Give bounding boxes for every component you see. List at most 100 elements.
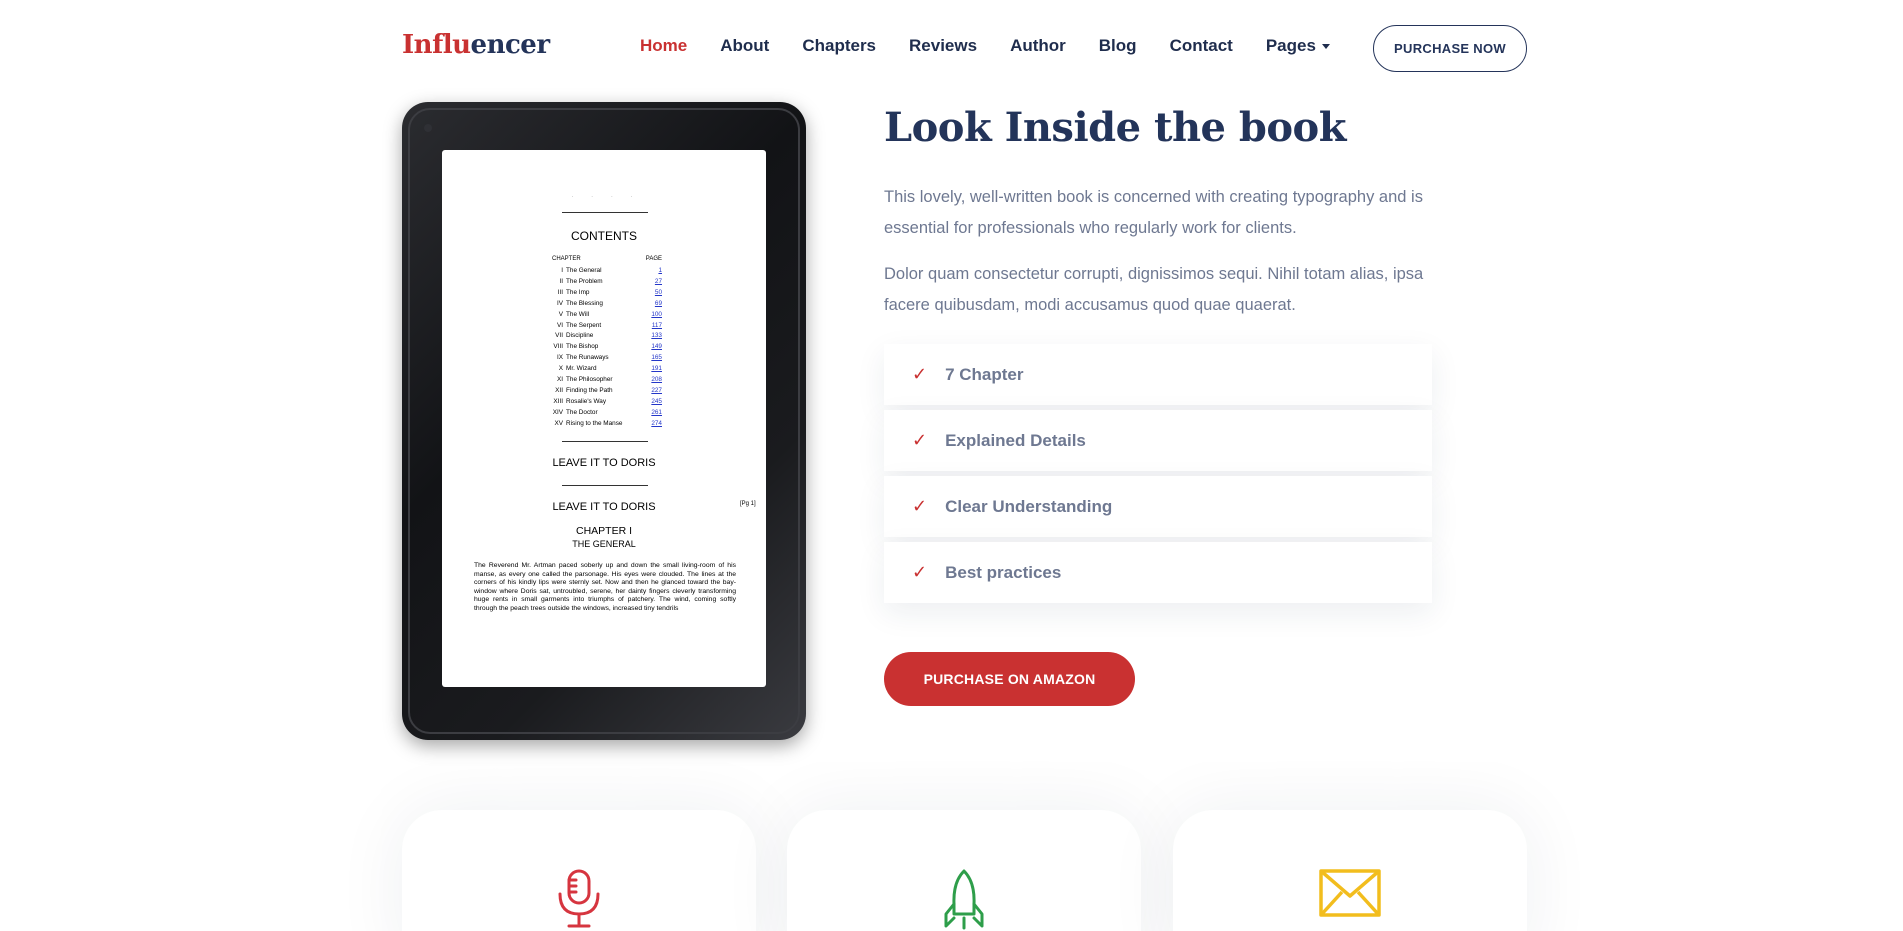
toc-page-link[interactable]: 165 <box>651 353 662 364</box>
toc-num: III <box>557 288 563 296</box>
toc-row: VIII The Bishop 149 <box>552 342 662 353</box>
envelope-icon <box>1319 869 1381 917</box>
intro-paragraph: This lovely, well-written book is concer… <box>884 188 1423 237</box>
toc-page-link[interactable]: 245 <box>651 397 662 408</box>
toc-num: XIII <box>553 397 563 405</box>
toc-title: Rising to the Manse <box>566 419 623 427</box>
toc-row: VII Discipline 133 <box>552 331 662 342</box>
chapter-title: THE GENERAL <box>572 539 636 549</box>
toc-num: VIII <box>553 343 563 351</box>
toc-page-link[interactable]: 100 <box>651 310 662 321</box>
toc-page-link[interactable]: 1 <box>658 266 662 277</box>
feature-label: Clear Understanding <box>945 496 1113 516</box>
toc-row: V The Will 100 <box>552 310 662 321</box>
toc-row: XI The Philosopher 208 <box>552 375 662 386</box>
brand-logo[interactable]: Influencer <box>402 30 550 60</box>
toc-page-link[interactable]: 274 <box>651 419 662 430</box>
toc-page-link[interactable]: 227 <box>651 386 662 397</box>
nav-item-contact[interactable]: Contact <box>1170 36 1233 56</box>
feature-card <box>402 810 756 931</box>
nav-item-pages-label: Pages <box>1265 36 1316 55</box>
feature-item: ✓ Best practices <box>884 542 1432 603</box>
feature-list: ✓ 7 Chapter ✓ Explained Details ✓ Clear … <box>884 344 1432 608</box>
brand-logo-part1: Influ <box>402 30 471 60</box>
toc-row: VI The Serpent 117 <box>552 321 662 332</box>
toc-page-link[interactable]: 50 <box>655 288 662 299</box>
toc-num: IX <box>556 354 563 362</box>
toc-page-link[interactable]: 149 <box>651 342 662 353</box>
rocket-icon <box>944 869 984 930</box>
table-of-contents: I The General 1 II The Problem 27 III The Imp… <box>552 266 662 430</box>
tablet-mockup: · · · · CONTENTS CHAPTER PAGE I The Gener… <box>402 102 806 740</box>
feature-label: 7 Chapter <box>945 364 1024 384</box>
toc-page-link[interactable]: 133 <box>651 331 662 342</box>
feature-item: ✓ Explained Details <box>884 410 1432 471</box>
book-heading-1: LEAVE IT TO DORIS <box>552 457 656 469</box>
toc-row: IX The Runaways 165 <box>552 353 662 364</box>
nav-item-blog[interactable]: Blog <box>1099 36 1137 56</box>
check-icon: ✓ <box>912 562 928 583</box>
toc-title: The Bishop <box>566 343 599 351</box>
toc-title: Finding the Path <box>566 386 613 394</box>
toc-row: XII Finding the Path 227 <box>552 386 662 397</box>
purchase-now-button[interactable]: PURCHASE NOW <box>1373 25 1527 72</box>
toc-title: The Serpent <box>566 321 602 329</box>
microphone-icon <box>558 869 600 928</box>
nav-item-pages-dropdown[interactable]: Pages <box>1266 36 1330 56</box>
toc-num: XV <box>554 419 563 427</box>
feature-item: ✓ 7 Chapter <box>884 344 1432 405</box>
nav-item-author[interactable]: Author <box>1010 36 1066 56</box>
screen-divider <box>562 485 648 486</box>
nav-item-home[interactable]: Home <box>640 36 687 56</box>
toc-title: The General <box>566 267 602 274</box>
toc-page-link[interactable]: 69 <box>655 299 662 310</box>
site-header: Influencer Home About Chapters Reviews A… <box>0 0 1903 96</box>
toc-header: CHAPTER PAGE <box>552 256 662 262</box>
feature-card <box>1173 810 1527 931</box>
screen-dots: · · · · <box>571 194 641 200</box>
toc-row: IV The Blessing 69 <box>552 299 662 310</box>
nav-item-reviews[interactable]: Reviews <box>909 36 977 56</box>
toc-row: XV Rising to the Manse 274 <box>552 419 662 430</box>
camera-icon <box>424 124 432 132</box>
toc-num: XI <box>556 376 563 384</box>
toc-title: The Problem <box>566 277 603 285</box>
toc-title: Mr. Wizard <box>566 365 597 373</box>
toc-page-link[interactable]: 191 <box>651 364 662 375</box>
toc-title: The Doctor <box>566 408 598 416</box>
main-nav: Home About Chapters Reviews Author Blog … <box>640 36 1363 56</box>
toc-page-link[interactable]: 208 <box>651 375 662 386</box>
purchase-on-amazon-button[interactable]: PURCHASE ON AMAZON <box>884 652 1135 706</box>
chapter-body-text: The Reverend Mr. Artman paced soberly up… <box>474 562 736 612</box>
toc-page-link[interactable]: 27 <box>655 277 662 288</box>
check-icon: ✓ <box>912 430 928 451</box>
toc-num: XII <box>555 386 563 394</box>
check-icon: ✓ <box>912 364 928 385</box>
toc-page-link[interactable]: 117 <box>652 321 662 332</box>
toc-row: X Mr. Wizard 191 <box>552 364 662 375</box>
secondary-paragraph: Dolor quam consectetur corrupti, digniss… <box>884 265 1424 314</box>
nav-item-about[interactable]: About <box>720 36 769 56</box>
toc-title: The Blessing <box>566 299 603 307</box>
toc-num: XIV <box>552 408 563 416</box>
page-marker: [Pg 1] <box>740 501 756 507</box>
chapter-number: CHAPTER I <box>575 525 632 537</box>
feature-label: Best practices <box>945 562 1062 582</box>
check-icon: ✓ <box>912 496 928 517</box>
toc-num: V <box>558 310 563 318</box>
toc-page-link[interactable]: 261 <box>651 408 662 419</box>
toc-num: II <box>559 277 563 285</box>
toc-row: I The General 1 <box>552 266 662 277</box>
toc-title: The Philosopher <box>566 376 613 384</box>
screen-divider <box>562 441 648 442</box>
brand-logo-part2: encer <box>470 30 551 60</box>
caret-down-icon <box>1321 44 1330 50</box>
toc-title: Rosalie's Way <box>566 397 607 405</box>
nav-item-chapters[interactable]: Chapters <box>802 36 876 56</box>
toc-title: The Will <box>566 310 590 318</box>
feature-item: ✓ Clear Understanding <box>884 476 1432 537</box>
toc-num: VII <box>555 332 563 340</box>
section-title: Look Inside the book <box>884 104 1346 151</box>
tablet-screen: · · · · CONTENTS CHAPTER PAGE I The Gener… <box>442 150 766 687</box>
toc-row: XIII Rosalie's Way 245 <box>552 397 662 408</box>
